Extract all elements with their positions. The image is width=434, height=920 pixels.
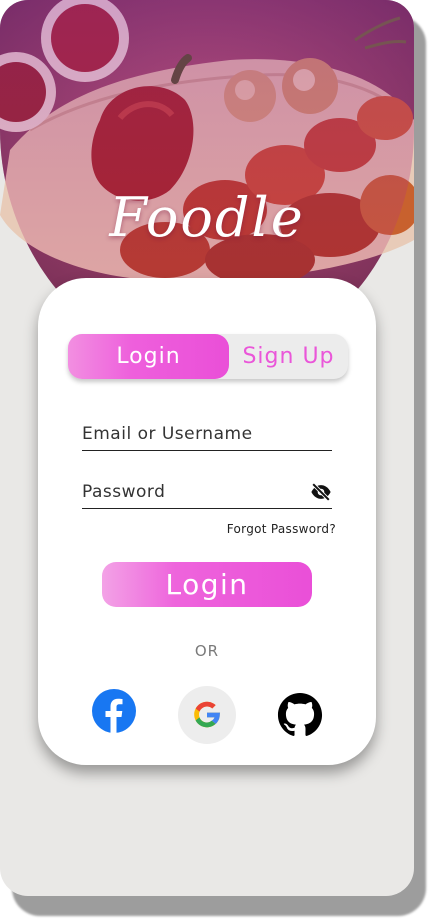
google-login-button[interactable] xyxy=(178,686,236,744)
brand-logo-text: Foodle xyxy=(109,186,305,249)
password-input[interactable] xyxy=(82,482,302,502)
eye-off-icon[interactable] xyxy=(310,481,332,503)
login-button[interactable]: Login xyxy=(102,562,312,607)
auth-mode-toggle: Login Sign Up xyxy=(68,334,348,379)
tab-signup[interactable]: Sign Up xyxy=(229,334,348,379)
food-photo-illustration xyxy=(0,0,414,300)
email-input[interactable] xyxy=(82,424,302,444)
facebook-login-button[interactable] xyxy=(85,682,143,740)
facebook-icon xyxy=(92,689,136,733)
github-icon xyxy=(277,692,323,736)
github-login-button[interactable] xyxy=(271,686,329,744)
or-divider-label: OR xyxy=(194,642,220,660)
hero-food-image: Foodle xyxy=(0,0,414,300)
email-field xyxy=(82,420,332,451)
login-card: Login Sign Up Forgot Password? Login OR xyxy=(38,278,376,765)
forgot-password-link[interactable]: Forgot Password? xyxy=(227,522,336,536)
tab-login[interactable]: Login xyxy=(68,334,229,379)
password-field xyxy=(82,478,332,509)
device-frame: Foodle Login Sign Up Forgot Password? xyxy=(0,0,414,896)
google-icon xyxy=(194,701,221,728)
